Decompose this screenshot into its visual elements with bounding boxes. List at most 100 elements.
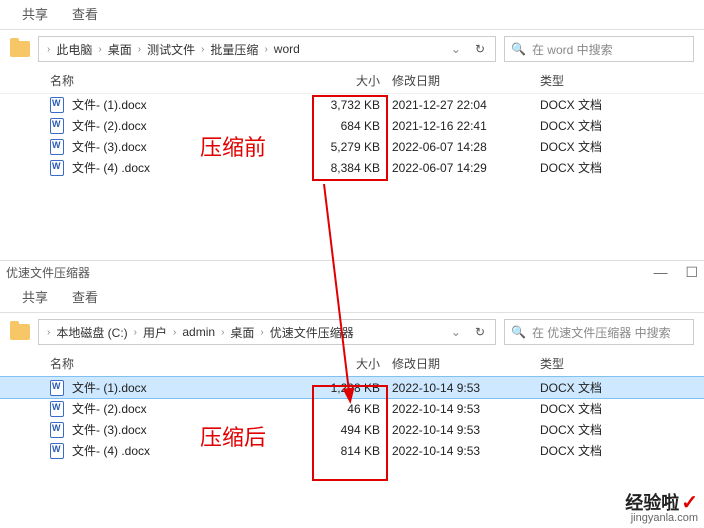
col-name[interactable]: 名称 bbox=[50, 72, 298, 89]
breadcrumb-bottom[interactable]: › 本地磁盘 (C:) › 用户 › admin › 桌面 › 优速文件压缩器 … bbox=[38, 319, 496, 345]
docx-icon bbox=[50, 422, 64, 438]
file-date: 2021-12-27 22:04 bbox=[388, 98, 536, 112]
file-row[interactable]: 文件- (4) .docx 8,384 KB 2022-06-07 14:29 … bbox=[0, 157, 704, 178]
file-date: 2022-06-07 14:28 bbox=[388, 140, 536, 154]
chevron-right-icon: › bbox=[173, 327, 176, 338]
watermark-url: jingyanla.com bbox=[625, 513, 698, 524]
file-list-top: 文件- (1).docx 3,732 KB 2021-12-27 22:04 D… bbox=[0, 94, 704, 178]
ribbon-tabs-bottom: 共享 查看 bbox=[0, 283, 704, 313]
file-size: 684 KB bbox=[298, 119, 388, 133]
col-size[interactable]: 大小 bbox=[298, 355, 388, 372]
minimize-icon[interactable]: — bbox=[653, 264, 667, 281]
ribbon-tab-view[interactable]: 查看 bbox=[72, 4, 98, 29]
file-list-bottom: 文件- (1).docx 1,298 KB 2022-10-14 9:53 DO… bbox=[0, 377, 704, 461]
ribbon-tab-share[interactable]: 共享 bbox=[22, 287, 48, 312]
breadcrumb-item[interactable]: 用户 bbox=[143, 324, 167, 341]
docx-icon bbox=[50, 160, 64, 176]
breadcrumb-item[interactable]: 批量压缩 bbox=[210, 41, 258, 58]
file-size: 8,384 KB bbox=[298, 161, 388, 175]
breadcrumb-item[interactable]: word bbox=[274, 42, 300, 56]
file-name: 文件- (2).docx bbox=[72, 117, 298, 134]
file-name: 文件- (1).docx bbox=[72, 379, 298, 396]
folder-icon bbox=[10, 324, 30, 340]
file-row[interactable]: 文件- (3).docx 494 KB 2022-10-14 9:53 DOCX… bbox=[0, 419, 704, 440]
file-name: 文件- (4) .docx bbox=[72, 442, 298, 459]
file-name: 文件- (2).docx bbox=[72, 400, 298, 417]
file-type: DOCX 文档 bbox=[536, 138, 704, 155]
col-type[interactable]: 类型 bbox=[536, 355, 704, 372]
chevron-down-icon[interactable]: ⌄ bbox=[445, 325, 467, 339]
watermark-text: 经验啦 bbox=[625, 493, 679, 513]
search-placeholder: 在 优速文件压缩器 中搜索 bbox=[532, 324, 671, 341]
file-type: DOCX 文档 bbox=[536, 442, 704, 459]
breadcrumb-item[interactable]: 优速文件压缩器 bbox=[270, 324, 354, 341]
col-type[interactable]: 类型 bbox=[536, 72, 704, 89]
col-date[interactable]: 修改日期 bbox=[388, 355, 536, 372]
title-bar-bottom: 优速文件压缩器 — ☐ bbox=[0, 261, 704, 283]
file-row[interactable]: 文件- (2).docx 46 KB 2022-10-14 9:53 DOCX … bbox=[0, 398, 704, 419]
ribbon-tab-view[interactable]: 查看 bbox=[72, 287, 98, 312]
column-headers-bottom[interactable]: 名称 大小 修改日期 类型 bbox=[0, 351, 704, 377]
file-date: 2022-06-07 14:29 bbox=[388, 161, 536, 175]
col-size[interactable]: 大小 bbox=[298, 72, 388, 89]
breadcrumb-item[interactable]: admin bbox=[182, 325, 215, 339]
chevron-right-icon: › bbox=[98, 44, 101, 55]
search-icon: 🔍 bbox=[511, 42, 526, 56]
chevron-right-icon: › bbox=[221, 327, 224, 338]
file-size: 46 KB bbox=[298, 402, 388, 416]
file-date: 2022-10-14 9:53 bbox=[388, 444, 536, 458]
search-input-bottom[interactable]: 🔍 在 优速文件压缩器 中搜索 bbox=[504, 319, 694, 345]
file-date: 2022-10-14 9:53 bbox=[388, 423, 536, 437]
file-type: DOCX 文档 bbox=[536, 379, 704, 396]
file-type: DOCX 文档 bbox=[536, 400, 704, 417]
chevron-right-icon: › bbox=[47, 327, 50, 338]
file-type: DOCX 文档 bbox=[536, 117, 704, 134]
docx-icon bbox=[50, 139, 64, 155]
file-row[interactable]: 文件- (2).docx 684 KB 2021-12-16 22:41 DOC… bbox=[0, 115, 704, 136]
breadcrumb-item[interactable]: 此电脑 bbox=[56, 41, 92, 58]
col-date[interactable]: 修改日期 bbox=[388, 72, 536, 89]
docx-icon bbox=[50, 97, 64, 113]
chevron-right-icon: › bbox=[47, 44, 50, 55]
chevron-right-icon: › bbox=[134, 327, 137, 338]
file-date: 2021-12-16 22:41 bbox=[388, 119, 536, 133]
chevron-down-icon[interactable]: ⌄ bbox=[445, 42, 467, 56]
window-title: 优速文件压缩器 bbox=[6, 264, 90, 281]
ribbon-tab-share[interactable]: 共享 bbox=[22, 4, 48, 29]
breadcrumb-item[interactable]: 桌面 bbox=[230, 324, 254, 341]
file-type: DOCX 文档 bbox=[536, 421, 704, 438]
refresh-icon[interactable]: ↻ bbox=[471, 325, 489, 339]
breadcrumb-item[interactable]: 本地磁盘 (C:) bbox=[56, 324, 127, 341]
chevron-right-icon: › bbox=[260, 327, 263, 338]
folder-icon bbox=[10, 41, 30, 57]
file-name: 文件- (3).docx bbox=[72, 421, 298, 438]
docx-icon bbox=[50, 380, 64, 396]
search-placeholder: 在 word 中搜索 bbox=[532, 41, 613, 58]
docx-icon bbox=[50, 443, 64, 459]
file-type: DOCX 文档 bbox=[536, 96, 704, 113]
file-name: 文件- (1).docx bbox=[72, 96, 298, 113]
column-headers-top[interactable]: 名称 大小 修改日期 类型 bbox=[0, 68, 704, 94]
breadcrumb-item[interactable]: 桌面 bbox=[108, 41, 132, 58]
file-name: 文件- (3).docx bbox=[72, 138, 298, 155]
docx-icon bbox=[50, 401, 64, 417]
col-name[interactable]: 名称 bbox=[50, 355, 298, 372]
file-row[interactable]: 文件- (4) .docx 814 KB 2022-10-14 9:53 DOC… bbox=[0, 440, 704, 461]
file-row[interactable]: 文件- (3).docx 5,279 KB 2022-06-07 14:28 D… bbox=[0, 136, 704, 157]
watermark: 经验啦✓ jingyanla.com bbox=[625, 493, 698, 524]
breadcrumb-top[interactable]: › 此电脑 › 桌面 › 测试文件 › 批量压缩 › word ⌄ ↻ bbox=[38, 36, 496, 62]
file-row[interactable]: 文件- (1).docx 3,732 KB 2021-12-27 22:04 D… bbox=[0, 94, 704, 115]
refresh-icon[interactable]: ↻ bbox=[471, 42, 489, 56]
search-icon: 🔍 bbox=[511, 325, 526, 339]
breadcrumb-item[interactable]: 测试文件 bbox=[147, 41, 195, 58]
file-row[interactable]: 文件- (1).docx 1,298 KB 2022-10-14 9:53 DO… bbox=[0, 377, 704, 398]
file-date: 2022-10-14 9:53 bbox=[388, 381, 536, 395]
maximize-icon[interactable]: ☐ bbox=[685, 264, 698, 281]
search-input-top[interactable]: 🔍 在 word 中搜索 bbox=[504, 36, 694, 62]
file-date: 2022-10-14 9:53 bbox=[388, 402, 536, 416]
chevron-right-icon: › bbox=[264, 44, 267, 55]
file-name: 文件- (4) .docx bbox=[72, 159, 298, 176]
chevron-right-icon: › bbox=[138, 44, 141, 55]
file-type: DOCX 文档 bbox=[536, 159, 704, 176]
ribbon-tabs-top: 共享 查看 bbox=[0, 0, 704, 30]
